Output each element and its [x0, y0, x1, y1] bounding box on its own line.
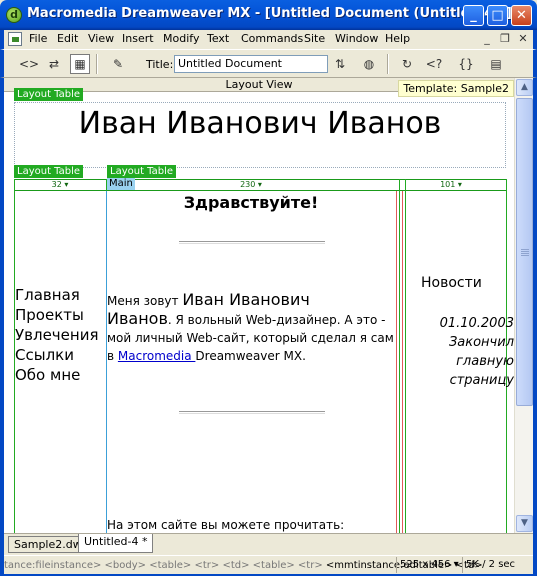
horizontal-rule — [179, 241, 325, 244]
menu-text[interactable]: Text — [207, 32, 229, 45]
refresh-icon[interactable]: ↻ — [397, 54, 417, 74]
toolbar-separator — [387, 54, 389, 74]
grip-line — [521, 251, 529, 252]
grip-line — [521, 253, 529, 254]
horizontal-rule — [179, 411, 325, 414]
window-size-dropdown[interactable]: 525 x 456 ▾ — [396, 557, 462, 573]
menu-insert[interactable]: Insert — [122, 32, 154, 45]
intro-name-last: Иванов — [107, 309, 168, 328]
doc-restore-icon[interactable]: ❐ — [497, 31, 513, 47]
menu-commands[interactable]: Commands — [241, 32, 303, 45]
view-options-icon[interactable]: ▤ — [486, 54, 506, 74]
column-width-bar[interactable]: 101 ▾ — [396, 179, 506, 191]
document-tabs: Sample2.dwt Untitled-4 * — [4, 533, 533, 555]
design-view-icon[interactable]: ▦ — [70, 54, 90, 74]
news-date: 01.10.2003 — [439, 316, 514, 331]
tab-untitled-4[interactable]: Untitled-4 * — [78, 534, 154, 553]
window-title: Macromedia Dreamweaver MX - [Untitled Do… — [27, 6, 512, 21]
site-owner-heading: Иван Иванович Иванов — [78, 106, 442, 141]
menu-modify[interactable]: Modify — [163, 32, 199, 45]
news-text-line: Закончил — [448, 335, 514, 350]
grip-line — [521, 249, 529, 250]
column-guide — [399, 179, 400, 533]
intro-text: Меня зовут — [107, 294, 183, 308]
intro-name-first: Иван Иванович — [182, 290, 310, 309]
news-item: 01.10.2003 Закончил главную страницу — [408, 314, 514, 390]
template-tag: Template: Sample2 — [398, 80, 514, 97]
nav-link-projects[interactable]: Проекты — [15, 305, 98, 325]
doc-close-icon[interactable]: ✕ — [515, 31, 531, 47]
menu-bar: File Edit View Insert Modify Text Comman… — [0, 30, 537, 49]
news-text-line: страницу — [449, 373, 514, 388]
tag-path[interactable]: tance:fileinstance> <body> <table> <tr> … — [4, 560, 326, 571]
document-title-input[interactable]: Untitled Document — [174, 55, 328, 73]
document-toolbar: <> ⇄ ▦ ✎ Title: Untitled Document ⇅ ◍ ↻ … — [0, 49, 537, 89]
title-label: Title: — [146, 58, 174, 71]
vertical-scrollbar[interactable]: ▲ ▼ — [514, 78, 533, 533]
preview-browser-icon[interactable]: ◍ — [359, 54, 379, 74]
minimize-button[interactable]: _ — [463, 5, 484, 26]
menu-view[interactable]: View — [88, 32, 114, 45]
grip-line — [521, 255, 529, 256]
layout-table-tag[interactable]: Layout Table — [14, 165, 84, 178]
download-time: 5K / 2 sec — [462, 557, 518, 573]
column-guide — [402, 191, 403, 533]
menu-help[interactable]: Help — [385, 32, 410, 45]
column-width-bar[interactable]: 230 ▾ — [106, 179, 396, 191]
live-data-icon[interactable]: ✎ — [108, 54, 128, 74]
document-icon[interactable] — [8, 32, 22, 46]
toolbar-separator — [96, 54, 98, 74]
intro-text: Dreamweaver MX. — [195, 349, 306, 363]
nav-link-about[interactable]: Обо мне — [15, 365, 98, 385]
title-bar: d Macromedia Dreamweaver MX - [Untitled … — [0, 0, 537, 30]
editable-region-tag[interactable]: Main — [107, 178, 135, 190]
dreamweaver-app-icon[interactable]: d — [6, 7, 22, 23]
scrollbar-thumb[interactable] — [516, 98, 533, 406]
layout-table-tag[interactable]: Layout Table — [107, 165, 177, 178]
menu-window[interactable]: Window — [335, 32, 378, 45]
nav-link-hobbies[interactable]: Увлечения — [15, 325, 98, 345]
column-guide — [405, 179, 406, 533]
close-button[interactable]: ✕ — [511, 5, 532, 26]
menu-file[interactable]: File — [29, 32, 47, 45]
file-management-icon[interactable]: ⇅ — [330, 54, 350, 74]
nav-link-home[interactable]: Главная — [15, 285, 98, 305]
code-navigation-icon[interactable]: {} — [456, 54, 476, 74]
menu-edit[interactable]: Edit — [57, 32, 78, 45]
greeting-heading: Здравствуйте! — [183, 193, 319, 212]
column-guide — [396, 191, 397, 533]
split-view-icon[interactable]: ⇄ — [44, 54, 64, 74]
intro-paragraph: Меня зовут Иван Иванович Иванов. Я вольны… — [107, 291, 395, 365]
scroll-down-arrow-icon[interactable]: ▼ — [516, 515, 533, 532]
scroll-up-arrow-icon[interactable]: ▲ — [516, 79, 533, 96]
news-text-line: главную — [456, 354, 514, 369]
code-view-icon[interactable]: <> — [18, 54, 39, 74]
news-heading: Новости — [421, 275, 482, 291]
navigation-menu: Главная Проекты Увлечения Ссылки Обо мне — [15, 285, 98, 385]
reference-icon[interactable]: <?> — [424, 54, 444, 89]
status-bar: tance:fileinstance> <body> <table> <tr> … — [4, 555, 533, 574]
read-intro-text: На этом сайте вы можете прочитать: — [107, 518, 345, 532]
column-width-bar[interactable]: 32 ▾ — [14, 179, 106, 191]
layout-table-tag[interactable]: Layout Table — [14, 88, 84, 101]
macromedia-link[interactable]: Macromedia — [118, 349, 196, 363]
nav-link-links[interactable]: Ссылки — [15, 345, 98, 365]
maximize-button[interactable]: □ — [487, 5, 508, 26]
doc-minimize-icon[interactable]: _ — [479, 31, 495, 47]
window-frame-right — [533, 78, 537, 576]
menu-site[interactable]: Site — [304, 32, 325, 45]
document-design-area[interactable]: Layout View Template: Sample2 Layout Tab… — [4, 78, 514, 533]
